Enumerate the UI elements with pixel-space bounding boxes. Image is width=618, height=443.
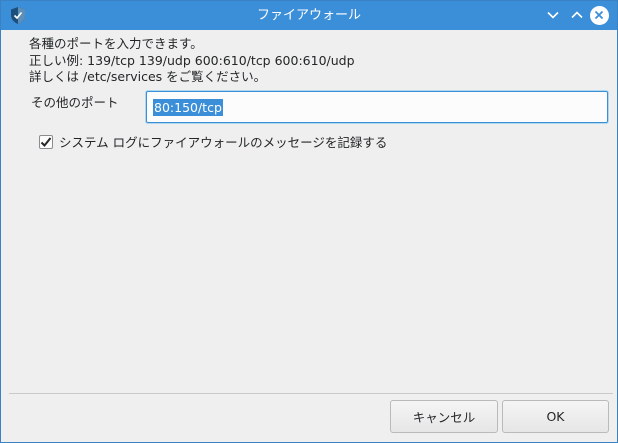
description-line-1: 各種のポートを入力できます。: [29, 36, 203, 51]
description-line-3: 詳しくは /etc/services をご覧ください。: [29, 69, 267, 84]
checkmark-icon: [40, 136, 52, 147]
maximize-button[interactable]: [567, 5, 587, 25]
other-ports-value: 80:150/tcp: [153, 98, 223, 116]
log-messages-label: システム ログにファイアウォールのメッセージを記録する: [59, 135, 388, 150]
minimize-button[interactable]: [543, 5, 563, 25]
cancel-button[interactable]: キャンセル: [390, 400, 498, 433]
description-text: 各種のポートを入力できます。 正しい例: 139/tcp 139/udp 600…: [29, 36, 355, 86]
title-bar[interactable]: ファイアウォール: [1, 1, 617, 30]
other-ports-label: その他のポート: [31, 95, 119, 110]
button-separator: [9, 393, 613, 394]
chevron-down-icon: [547, 11, 559, 19]
window-title: ファイアウォール: [256, 8, 361, 23]
ok-button[interactable]: OK: [502, 400, 609, 433]
other-ports-input[interactable]: 80:150/tcp: [146, 91, 608, 123]
firewall-dialog: ファイアウォール 各種のポートを入力できます。 正しい例: 139/tcp 13…: [0, 0, 618, 443]
dialog-content: 各種のポートを入力できます。 正しい例: 139/tcp 139/udp 600…: [1, 30, 617, 442]
close-icon: [589, 5, 609, 25]
log-messages-option[interactable]: システム ログにファイアウォールのメッセージを記録する: [39, 132, 387, 151]
log-messages-checkbox[interactable]: [39, 134, 53, 149]
description-line-2: 正しい例: 139/tcp 139/udp 600:610/tcp 600:61…: [29, 52, 355, 68]
chevron-up-icon: [571, 11, 583, 19]
close-button[interactable]: [589, 5, 609, 25]
